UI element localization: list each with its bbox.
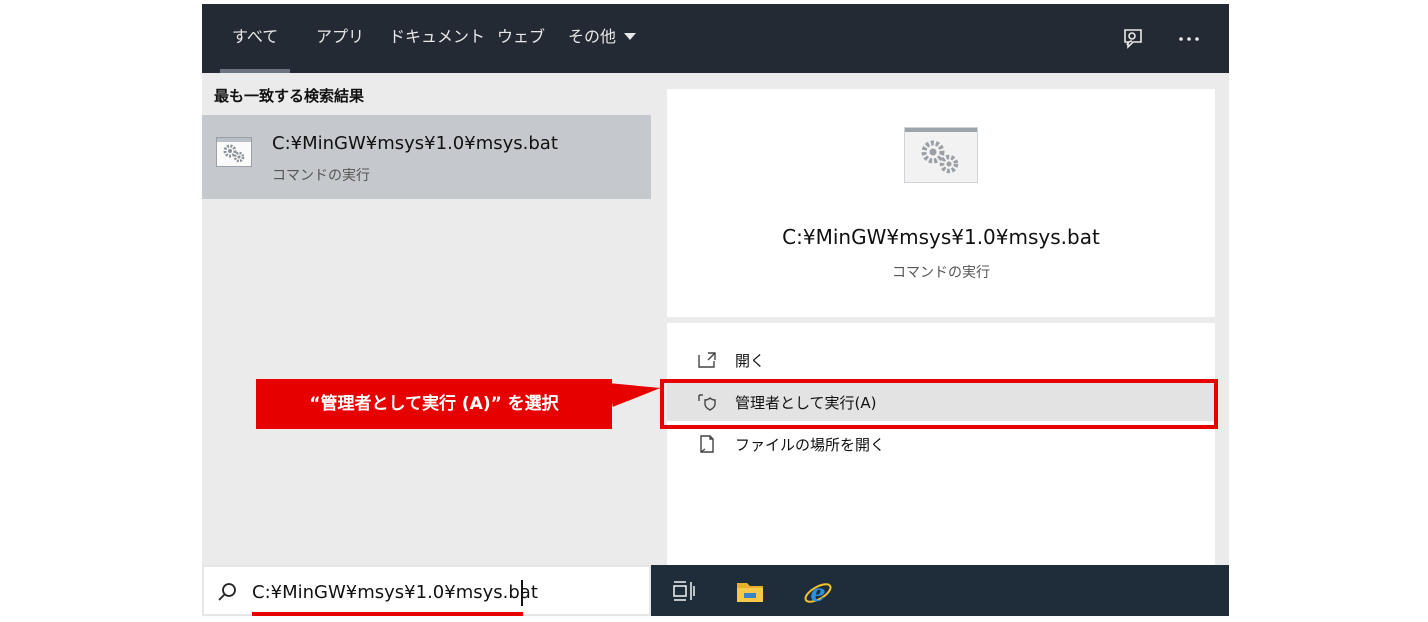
highlight-frame bbox=[660, 379, 1218, 429]
tab-web-label: ウェブ bbox=[497, 27, 546, 46]
more-icon[interactable] bbox=[1176, 26, 1202, 52]
file-explorer-icon[interactable] bbox=[736, 578, 764, 604]
preview-title: C:¥MinGW¥msys¥1.0¥msys.bat bbox=[782, 225, 1100, 249]
open-file-location-action[interactable]: ファイルの場所を開く bbox=[667, 425, 1215, 463]
settings-gears-icon bbox=[904, 127, 978, 183]
search-text-underline bbox=[252, 612, 523, 616]
tab-apps-label: アプリ bbox=[316, 27, 365, 46]
file-location-icon bbox=[697, 434, 717, 454]
open-action-label: 開く bbox=[735, 352, 766, 370]
search-box[interactable] bbox=[202, 565, 651, 616]
result-subtitle: コマンドの実行 bbox=[272, 168, 370, 184]
open-icon bbox=[697, 350, 717, 370]
tab-more-label: その他 bbox=[568, 27, 617, 46]
annotation-callout: “管理者として実行 (A)” を選択 bbox=[256, 379, 612, 429]
task-view-icon[interactable] bbox=[670, 578, 698, 604]
search-tab-bar: すべて アプリ ドキュメント ウェブ その他 bbox=[202, 4, 1229, 73]
open-file-location-label: ファイルの場所を開く bbox=[735, 436, 886, 454]
windows-search-screen: すべて アプリ ドキュメント ウェブ その他 最も一致する検索結果 C:¥Min… bbox=[0, 0, 1428, 622]
tab-documents-label: ドキュメント bbox=[389, 27, 486, 46]
taskbar: e bbox=[651, 565, 1229, 616]
chevron-down-icon bbox=[624, 33, 637, 40]
search-icon bbox=[216, 581, 238, 603]
tab-documents[interactable]: ドキュメント bbox=[389, 4, 485, 73]
tab-more[interactable]: その他 bbox=[568, 4, 637, 73]
preview-subtitle: コマンドの実行 bbox=[892, 265, 990, 281]
tab-all-label: すべて bbox=[232, 27, 279, 46]
annotation-text: “管理者として実行 (A)” を選択 bbox=[309, 394, 559, 414]
tab-apps[interactable]: アプリ bbox=[316, 4, 364, 73]
preview-card: C:¥MinGW¥msys¥1.0¥msys.bat コマンドの実行 bbox=[667, 89, 1215, 317]
open-action[interactable]: 開く bbox=[667, 341, 1215, 379]
action-list: 開く 管理者として実行(A) ファイルの場所を開く bbox=[667, 323, 1215, 565]
text-cursor bbox=[521, 580, 523, 606]
tab-web[interactable]: ウェブ bbox=[497, 4, 545, 73]
internet-explorer-icon[interactable]: e bbox=[803, 578, 832, 607]
best-match-result[interactable]: C:¥MinGW¥msys¥1.0¥msys.bat コマンドの実行 bbox=[202, 115, 651, 199]
settings-gears-icon bbox=[216, 137, 252, 167]
feedback-icon[interactable] bbox=[1120, 26, 1146, 52]
result-title: C:¥MinGW¥msys¥1.0¥msys.bat bbox=[272, 133, 558, 154]
tab-all[interactable]: すべて bbox=[219, 4, 291, 73]
search-input[interactable] bbox=[252, 579, 632, 605]
results-pane: 最も一致する検索結果 C:¥MinGW¥msys¥1.0¥msys.bat コマ… bbox=[202, 73, 651, 565]
svg-text:e: e bbox=[810, 578, 825, 607]
best-match-heading: 最も一致する検索結果 bbox=[214, 87, 365, 105]
